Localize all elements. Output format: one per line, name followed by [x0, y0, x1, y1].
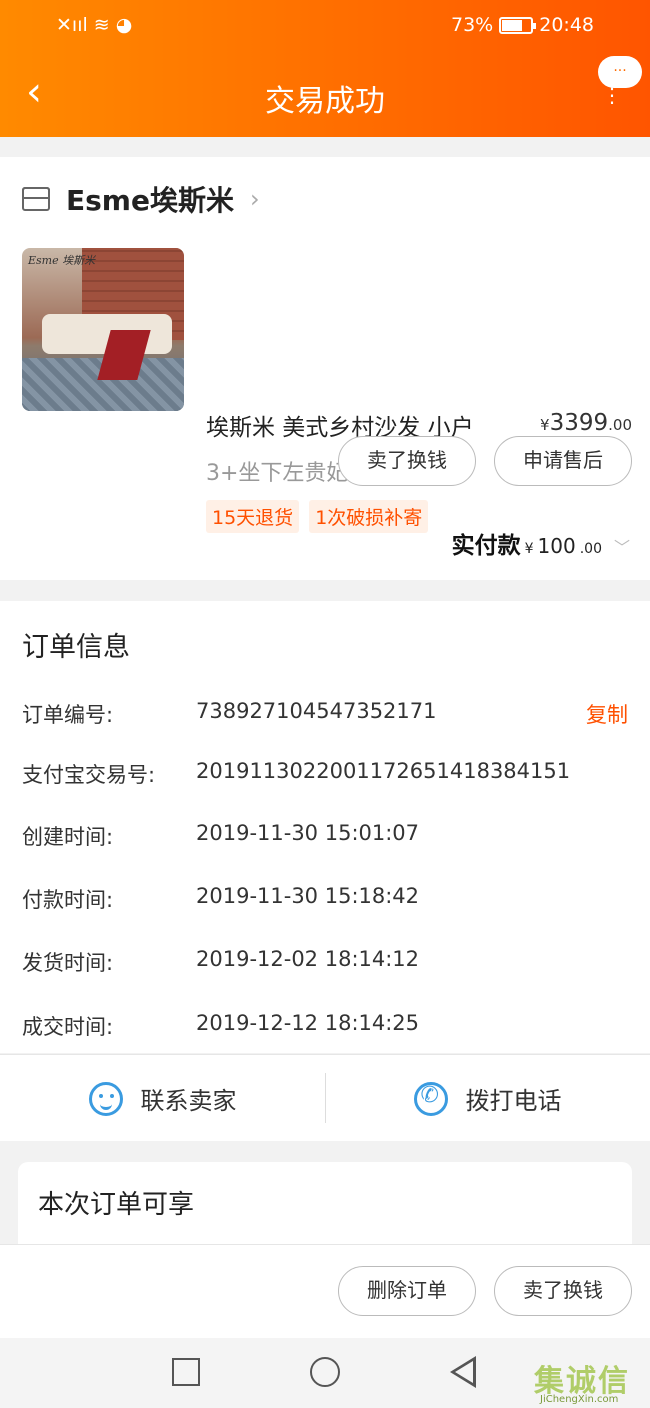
service-tag: 1次破损补寄: [309, 500, 429, 533]
benefits-title: 本次订单可享: [38, 1190, 195, 1220]
price-integer: 3399: [549, 410, 609, 436]
sell-button-bottom[interactable]: 卖了换钱: [494, 1266, 632, 1316]
copy-button[interactable]: 复制: [586, 699, 628, 729]
order-row: 订单编号: 738927104547352171: [22, 699, 437, 729]
after-sale-button[interactable]: 申请售后: [494, 436, 632, 486]
order-row-value: 2019-11-30 15:01:07: [196, 821, 420, 845]
app-header: ✕ııl ≋ ◕ 73% 20:48 ‹ 交易成功 ··· ⋮: [0, 0, 650, 137]
service-tag: 15天退货: [206, 500, 300, 533]
clock: 20:48: [539, 14, 594, 36]
product-image[interactable]: Esme 埃斯米: [22, 248, 184, 411]
chevron-right-icon: ›: [249, 185, 260, 213]
order-row-value: 2019-11-30 15:18:42: [196, 884, 420, 908]
battery-fill: [502, 19, 523, 31]
sell-button[interactable]: 卖了换钱: [338, 436, 476, 486]
shop-name: Esme埃斯米: [66, 184, 234, 217]
payment-summary[interactable]: 实付款 ¥100.00 ﹀: [452, 526, 630, 560]
chat-face-icon: [88, 1081, 123, 1116]
order-row: 发货时间: 2019-12-02 18:14:12: [22, 947, 419, 977]
bottom-action-bar: 删除订单 卖了换钱: [0, 1244, 650, 1338]
watermark-url: JiChengXin.com: [540, 1394, 619, 1405]
order-item-card: Esme埃斯米 › Esme 埃斯米 埃斯米 美式乡村沙发 小户 3+坐下左贵妃…: [0, 157, 650, 580]
battery-icon: [499, 16, 537, 34]
order-row: 创建时间: 2019-11-30 15:01:07: [22, 821, 419, 851]
order-row-label: 成交时间:: [22, 1015, 114, 1039]
order-row-value: 2019113022001172651418384151: [196, 759, 571, 783]
status-right: 73% 20:48: [451, 14, 594, 36]
order-row: 付款时间: 2019-11-30 15:18:42: [22, 884, 419, 914]
recent-apps-icon[interactable]: [172, 1358, 200, 1386]
battery-percent: 73%: [451, 14, 494, 36]
delete-order-button[interactable]: 删除订单: [338, 1266, 476, 1316]
payment-label: 实付款: [451, 533, 521, 559]
contact-seller-button[interactable]: 联系卖家: [0, 1055, 325, 1142]
service-tags: 15天退货 1次破损补寄: [206, 500, 429, 533]
status-left-icons: ✕ııl ≋ ◕: [56, 14, 132, 36]
order-info-title: 订单信息: [22, 632, 130, 663]
call-label: 拨打电话: [465, 1087, 562, 1115]
more-options-icon[interactable]: ⋮: [602, 85, 622, 105]
order-row-label: 付款时间:: [22, 888, 114, 912]
order-row-label: 订单编号:: [22, 703, 114, 727]
order-row-label: 支付宝交易号:: [22, 763, 156, 787]
chevron-down-icon: ﹀: [613, 538, 630, 557]
phone-icon: [413, 1081, 448, 1116]
product-price: ¥3399.00: [540, 410, 632, 436]
back-nav-icon[interactable]: [450, 1356, 476, 1388]
shop-link[interactable]: Esme埃斯米 ›: [22, 179, 260, 219]
price-currency: ¥: [540, 416, 550, 434]
payment-currency: ¥: [524, 541, 534, 557]
price-decimal: .00: [608, 416, 632, 434]
page-title: 交易成功: [265, 84, 385, 119]
order-row: 支付宝交易号: 2019113022001172651418384151: [22, 759, 570, 789]
payment-decimal: .00: [579, 541, 602, 557]
store-icon: [22, 187, 50, 211]
order-row-value: 738927104547352171: [196, 699, 437, 723]
home-icon[interactable]: [310, 1357, 340, 1387]
contact-bar: 联系卖家 拨打电话: [0, 1054, 650, 1141]
image-brand-logo: Esme 埃斯米: [28, 254, 96, 267]
call-seller-button[interactable]: 拨打电话: [325, 1055, 650, 1142]
status-bar: ✕ııl ≋ ◕ 73% 20:48: [0, 10, 650, 42]
order-row-label: 创建时间:: [22, 825, 114, 849]
order-row-value: 2019-12-02 18:14:12: [196, 947, 420, 971]
contact-seller-label: 联系卖家: [140, 1087, 237, 1115]
order-row-value: 2019-12-12 18:14:25: [196, 1011, 420, 1035]
signal-wifi-wechat-icons: ✕ııl ≋ ◕: [56, 14, 133, 36]
order-row: 成交时间: 2019-12-12 18:14:25: [22, 1011, 419, 1041]
order-info-card: 订单信息 复制 订单编号: 738927104547352171 支付宝交易号:…: [0, 601, 650, 1053]
payment-amount: 100: [537, 534, 576, 558]
order-row-label: 发货时间:: [22, 951, 114, 975]
